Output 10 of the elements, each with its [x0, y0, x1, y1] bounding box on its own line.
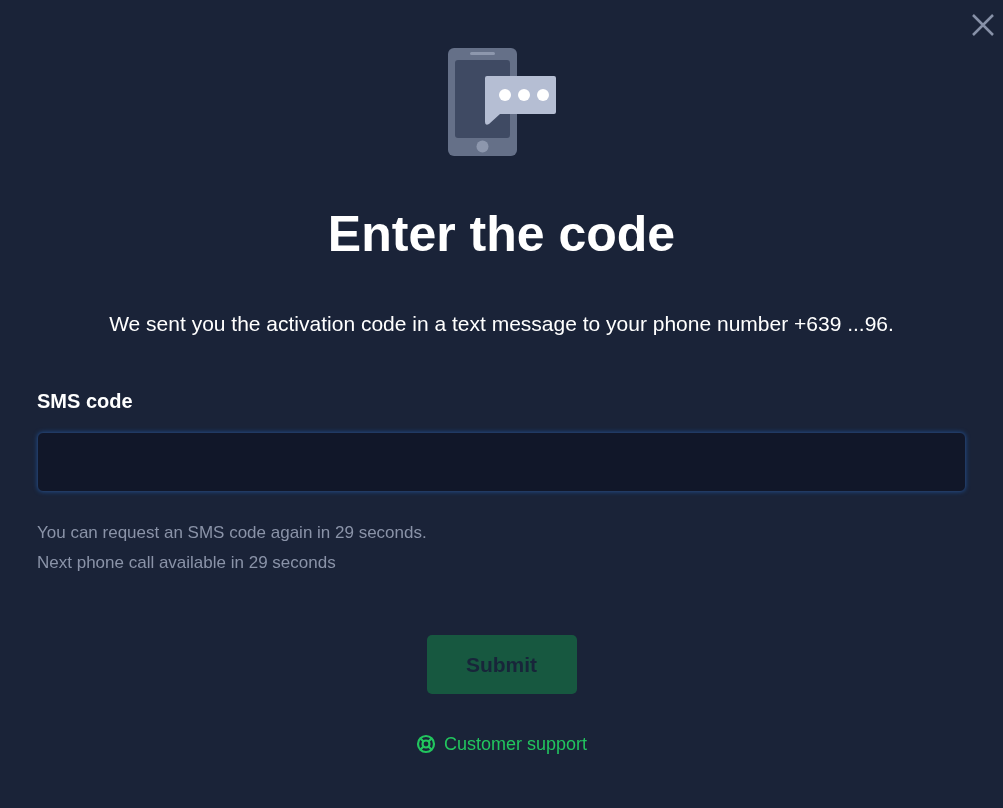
hint-text: Next phone call available in 29 seconds	[37, 552, 336, 574]
close-button[interactable]	[970, 12, 996, 38]
dialog-title: Enter the code	[327, 205, 676, 264]
lifebuoy-icon	[415, 734, 436, 754]
instruction-text: We sent you the activation code in a text message to your phone number +639 ...96.	[109, 311, 894, 337]
hint-text: You can request an SMS code again in 29 seconds.	[37, 522, 427, 544]
phone-message-icon	[447, 48, 556, 156]
customer-support-link[interactable]: Customer support	[415, 732, 588, 756]
field-label: SMS code	[37, 389, 133, 414]
sms-code-field[interactable]	[37, 432, 966, 492]
